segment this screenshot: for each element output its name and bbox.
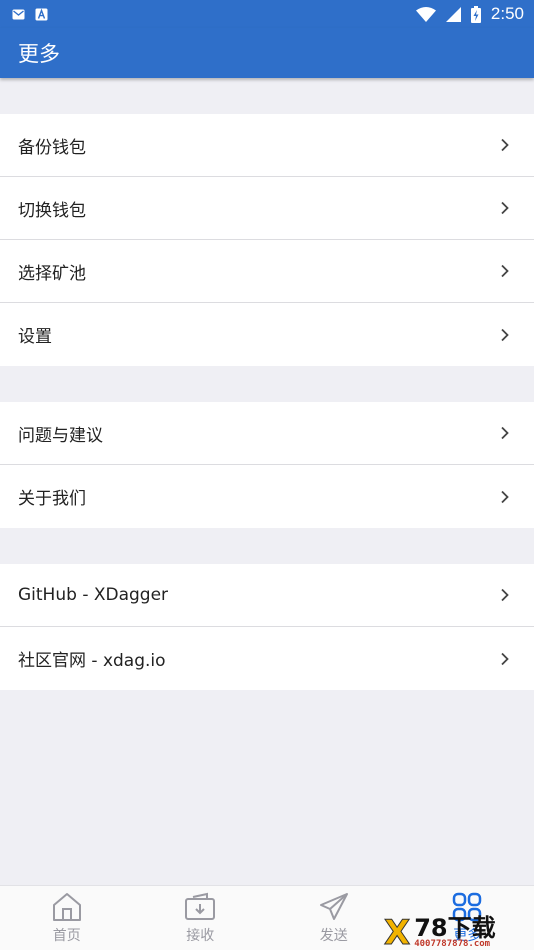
nav-tab-send[interactable]: 发送 — [267, 886, 401, 950]
nav-tab-home[interactable]: 首页 — [0, 886, 134, 950]
wallet-receive-icon — [185, 892, 216, 920]
status-bar: 2:50 — [0, 0, 534, 28]
app-bar: 更多 — [0, 28, 534, 78]
chevron-right-icon — [501, 138, 509, 152]
menu-item-label: 问题与建议 — [18, 425, 103, 446]
nav-tab-label: 发送 — [319, 928, 348, 944]
home-icon — [52, 893, 81, 921]
watermark-brand: 78下载 — [414, 914, 496, 942]
menu-item-label: 选择矿池 — [18, 263, 86, 284]
menu-item-select-pool[interactable]: 选择矿池 — [0, 240, 534, 303]
menu-group-support: 问题与建议 关于我们 — [0, 402, 534, 528]
menu-item-about[interactable]: 关于我们 — [0, 465, 534, 528]
page-title: 更多 — [18, 42, 60, 66]
chevron-right-icon — [501, 588, 509, 602]
chevron-right-icon — [501, 490, 509, 503]
status-time: 2:50 — [490, 4, 524, 23]
chevron-right-icon — [501, 201, 509, 215]
signal-icon — [445, 6, 461, 22]
paper-plane-icon — [319, 893, 348, 920]
watermark-text: 78下载 4007787878.com — [414, 916, 495, 949]
chevron-right-icon — [501, 264, 509, 278]
chevron-right-icon — [501, 328, 509, 341]
settings-list: 备份钱包 切换钱包 选择矿池 设置 问题与建议 关于我们 GitHub - XD… — [0, 78, 534, 690]
nav-tab-label: 首页 — [52, 928, 81, 944]
menu-item-switch-wallet[interactable]: 切换钱包 — [0, 177, 534, 240]
menu-group-links: GitHub - XDagger 社区官网 - xdag.io — [0, 564, 534, 690]
battery-charging-icon — [470, 5, 481, 23]
nav-tab-label: 接收 — [186, 928, 215, 944]
watermark-x: X — [383, 912, 411, 950]
chevron-right-icon — [501, 652, 509, 665]
menu-item-label: 社区官网 - xdag.io — [18, 651, 166, 671]
menu-item-label: 切换钱包 — [18, 200, 86, 221]
wifi-icon — [415, 6, 436, 22]
menu-item-label: 关于我们 — [18, 489, 86, 509]
nav-tab-receive[interactable]: 接收 — [134, 886, 268, 950]
watermark-logo: X 78下载 4007787878.com — [383, 912, 534, 950]
menu-item-settings[interactable]: 设置 — [0, 303, 534, 366]
menu-item-feedback[interactable]: 问题与建议 — [0, 402, 534, 465]
menu-group-wallet: 备份钱包 切换钱包 选择矿池 设置 — [0, 114, 534, 366]
menu-item-backup-wallet[interactable]: 备份钱包 — [0, 114, 534, 177]
font-icon — [35, 8, 48, 20]
menu-item-website[interactable]: 社区官网 - xdag.io — [0, 627, 534, 690]
chevron-right-icon — [501, 426, 509, 440]
menu-item-label: 设置 — [18, 327, 52, 347]
menu-item-github[interactable]: GitHub - XDagger — [0, 564, 534, 627]
menu-item-label: GitHub - XDagger — [18, 585, 169, 605]
menu-item-label: 备份钱包 — [18, 137, 86, 158]
status-bar-left — [12, 8, 48, 21]
status-bar-right: 2:50 — [415, 4, 524, 24]
mail-icon — [12, 9, 25, 19]
watermark-url: 4007787878.com — [414, 939, 491, 949]
